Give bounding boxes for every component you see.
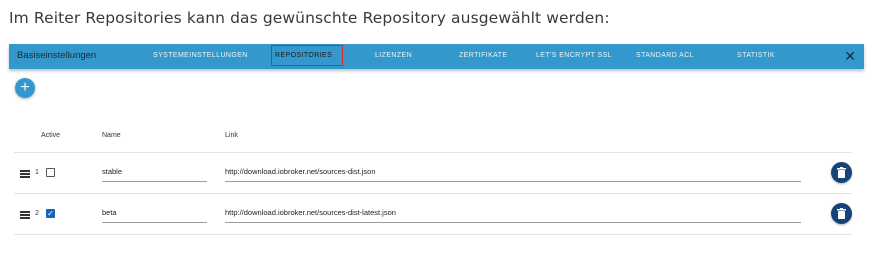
column-header-link: Link — [225, 132, 238, 139]
link-field[interactable]: http://download.iobroker.net/sources-dis… — [225, 163, 801, 182]
delete-button[interactable] — [831, 162, 852, 183]
tab-zertifikate[interactable]: ZERTIFIKATE — [459, 52, 507, 59]
column-header-name: Name — [102, 132, 121, 139]
trash-icon — [837, 208, 846, 219]
delete-button[interactable] — [831, 203, 852, 224]
row-index: 2 — [35, 210, 39, 217]
dialog-appbar: Basiseinstellungen SYSTEMEINSTELLUNGEN R… — [9, 44, 864, 69]
link-field[interactable]: http://download.iobroker.net/sources-dis… — [225, 204, 801, 223]
tab-standard-acl[interactable]: STANDARD ACL — [636, 52, 694, 59]
dialog-title: Basiseinstellungen — [17, 50, 97, 61]
tab-systemeinstellungen[interactable]: SYSTEMEINSTELLUNGEN — [153, 52, 248, 59]
tab-statistik[interactable]: STATISTIK — [737, 52, 775, 59]
active-checkbox[interactable] — [46, 168, 55, 177]
active-checkbox[interactable]: ✓ — [46, 209, 55, 218]
table-row: 2 ✓ beta http://download.iobroker.net/so… — [14, 193, 852, 235]
close-icon[interactable]: ✕ — [844, 48, 856, 64]
table-row: 1 stable http://download.iobroker.net/so… — [14, 152, 852, 193]
drag-handle-icon[interactable] — [20, 211, 30, 219]
row-index: 1 — [35, 169, 39, 176]
add-repository-button[interactable]: + — [15, 78, 35, 98]
tab-lizenzen[interactable]: LIZENZEN — [375, 52, 412, 59]
intro-text: Im Reiter Repositories kann das gewünsch… — [9, 9, 610, 27]
settings-dialog: Basiseinstellungen SYSTEMEINSTELLUNGEN R… — [9, 44, 864, 244]
tab-lets-encrypt-ssl[interactable]: LET'S ENCRYPT SSL — [536, 52, 612, 59]
name-field[interactable]: stable — [102, 163, 207, 182]
name-field[interactable]: beta — [102, 204, 207, 223]
drag-handle-icon[interactable] — [20, 170, 30, 178]
plus-icon: + — [20, 79, 30, 96]
column-header-active: Active — [41, 132, 61, 139]
trash-icon — [837, 167, 846, 178]
tab-highlight-box — [271, 45, 343, 66]
